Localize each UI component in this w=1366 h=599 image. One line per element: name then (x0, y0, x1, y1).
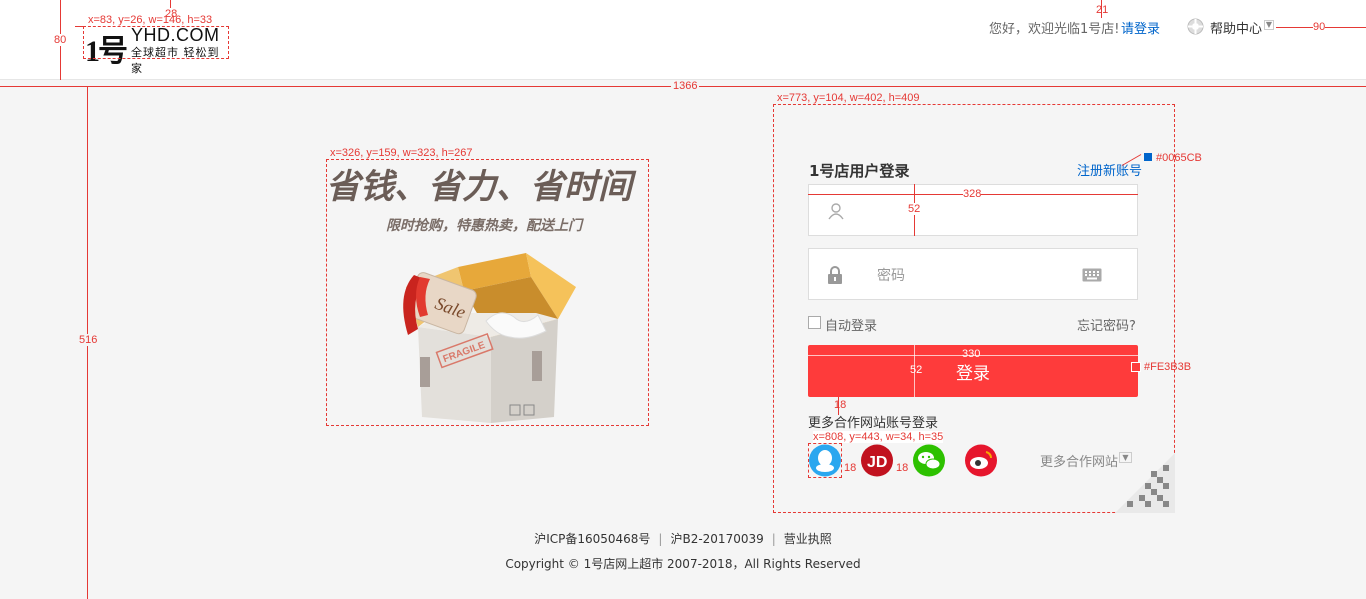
register-link[interactable]: 注册新账号 (1077, 160, 1142, 179)
auto-login-checkbox[interactable] (808, 316, 821, 329)
more-sites-link[interactable]: 更多合作网站 (1040, 451, 1118, 470)
wechat-icon[interactable] (912, 443, 946, 478)
b2-license-link[interactable]: 沪B2-20170039 (670, 532, 763, 546)
annotation-page-width: 1366 (671, 80, 700, 92)
annotation-body-height: 516 (79, 334, 98, 346)
auto-login-label[interactable]: 自动登录 (825, 315, 877, 334)
keyboard-icon[interactable] (1082, 268, 1102, 282)
weibo-icon[interactable] (964, 443, 998, 478)
annotation-promo-box (326, 159, 649, 426)
business-license-link[interactable]: 营业执照 (784, 532, 832, 546)
svg-text:JD: JD (867, 454, 887, 471)
annotation-panel-label: x=773, y=104, w=402, h=409 (777, 92, 920, 104)
qr-code-corner-icon[interactable] (1115, 453, 1175, 513)
footer-links: 沪ICP备16050468号 | 沪B2-20170039 | 营业执照 (534, 532, 832, 546)
password-field[interactable] (808, 248, 1138, 300)
annotation-logo-tick (75, 26, 83, 27)
header-login-link[interactable]: 请登录 (1121, 18, 1160, 37)
welcome-greeting: 您好，欢迎光临1号店! (989, 22, 1120, 37)
jd-icon[interactable]: JD (860, 443, 894, 478)
annotation-button-color: #FE3B3B (1144, 361, 1192, 373)
forgot-password-link[interactable]: 忘记密码? (1077, 315, 1136, 334)
copyright: Copyright © 1号店网上超市 2007-2018，All Rights… (505, 557, 861, 571)
help-center-link[interactable]: 帮助中心 (1210, 18, 1262, 37)
user-icon (828, 203, 844, 220)
icp-link[interactable]: 沪ICP备16050468号 (534, 532, 650, 546)
annotation-register-color: #0065CB (1156, 152, 1202, 164)
annotation-social-gap-2: 18 (896, 462, 909, 474)
login-title: 1号店用户登录 (809, 162, 910, 180)
lock-icon (828, 266, 842, 284)
annotation-logo-label: x=83, y=26, w=146, h=33 (88, 14, 213, 26)
annotation-field-height: 52 (908, 203, 921, 215)
chevron-down-icon[interactable]: ▼ (1264, 20, 1274, 30)
annotation-button-swatch (1131, 362, 1141, 372)
annotation-promo-label: x=326, y=159, w=323, h=267 (330, 147, 473, 159)
annotation-top-gap: 21 (1096, 4, 1109, 16)
annotation-button-width: 330 (962, 348, 981, 360)
annotation-button-gap: 18 (834, 399, 847, 411)
more-partners-label: 更多合作网站账号登录 (808, 416, 939, 431)
annotation-logo-gap-line (170, 0, 171, 8)
annotation-register-swatch (1144, 153, 1152, 161)
annotation-social-label: x=808, y=443, w=34, h=35 (813, 431, 944, 443)
annotation-field-width: 328 (963, 188, 982, 200)
annotation-social-gap-1: 18 (844, 462, 857, 474)
annotation-button-height: 52 (910, 364, 923, 376)
annotation-social-box (808, 443, 842, 478)
password-input[interactable] (875, 262, 1079, 288)
help-icon[interactable] (1187, 18, 1204, 35)
annotation-logo-box (83, 26, 229, 59)
annotation-header-height: 80 (54, 34, 67, 46)
annotation-logo-gap: 28 (165, 8, 178, 20)
annotation-right-gap: 90 (1313, 21, 1326, 33)
username-input[interactable] (875, 198, 1079, 224)
